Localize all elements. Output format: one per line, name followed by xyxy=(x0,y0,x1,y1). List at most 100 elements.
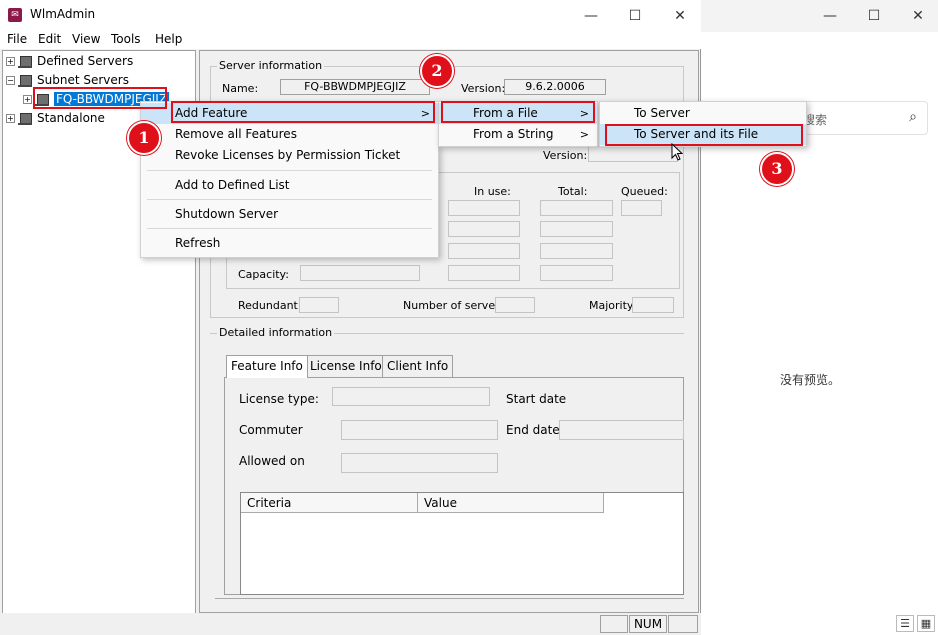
status-panel-empty-2 xyxy=(668,615,698,633)
tree-node-label: Standalone xyxy=(37,111,105,125)
total-field-3 xyxy=(540,243,613,259)
step-1-badge: 1 xyxy=(127,121,161,155)
license-type-field xyxy=(332,387,490,406)
tab-license-info[interactable]: License Info xyxy=(305,355,387,377)
menu-separator xyxy=(147,170,432,171)
highlight-box-from-a-file xyxy=(441,101,595,123)
name-field: FQ-BBWDMPJEGJIZ xyxy=(280,79,430,95)
menu-item-from-a-string[interactable]: From a String > xyxy=(439,124,597,145)
capacity-field xyxy=(300,265,420,281)
tree-node-standalone[interactable]: + Standalone xyxy=(6,109,105,127)
highlight-box-add-feature xyxy=(171,101,435,123)
total-field-4 xyxy=(540,265,613,281)
server-group-icon xyxy=(18,74,34,88)
minimize-button[interactable]: — xyxy=(571,4,611,28)
step-2-badge: 2 xyxy=(420,54,454,88)
majority-field xyxy=(632,297,674,313)
server-group-icon xyxy=(18,55,34,69)
bg-status-bar: ☰ ▦ xyxy=(700,613,938,635)
tab-feature-info[interactable]: Feature Info xyxy=(226,355,308,378)
mouse-cursor-icon xyxy=(671,143,683,161)
num-lock-indicator: NUM xyxy=(629,615,667,633)
capacity-label: Capacity: xyxy=(238,268,289,281)
menu-item-refresh[interactable]: Refresh xyxy=(141,233,438,254)
num-servers-field xyxy=(495,297,535,313)
server-group-icon xyxy=(18,112,34,126)
menu-item-to-server[interactable]: To Server xyxy=(600,103,806,124)
detailed-info-label: Detailed information xyxy=(217,326,335,339)
total-label: Total: xyxy=(558,185,588,198)
status-bar: NUM xyxy=(0,613,701,635)
start-date-label: Start date xyxy=(506,392,567,406)
expand-icon[interactable]: + xyxy=(23,95,32,104)
in-use-label: In use: xyxy=(474,185,511,198)
column-header-criteria[interactable]: Criteria xyxy=(241,493,418,513)
menu-separator xyxy=(147,199,432,200)
allowed-on-label: Allowed on xyxy=(239,454,305,468)
tree-node-label: Subnet Servers xyxy=(37,73,129,87)
status-panel-empty xyxy=(600,615,628,633)
maximize-button[interactable]: ☐ xyxy=(615,4,655,28)
name-label: Name: xyxy=(222,82,259,95)
menu-item-revoke-licenses[interactable]: Revoke Licenses by Permission Ticket xyxy=(141,145,438,166)
server-info-label: Server information xyxy=(217,59,325,72)
column-header-value[interactable]: Value xyxy=(418,493,604,513)
menu-help[interactable]: Help xyxy=(155,32,182,46)
expand-icon[interactable]: + xyxy=(6,57,15,66)
menu-item-shutdown-server[interactable]: Shutdown Server xyxy=(141,204,438,225)
commuter-label: Commuter xyxy=(239,423,303,437)
tree-node-defined-servers[interactable]: + Defined Servers xyxy=(6,52,133,70)
close-button[interactable]: ✕ xyxy=(660,4,700,28)
tree-node-label: Defined Servers xyxy=(37,54,134,68)
tiles-view-icon[interactable]: ▦ xyxy=(917,615,935,632)
bg-close-button[interactable]: ✕ xyxy=(910,8,926,24)
queued-label: Queued: xyxy=(621,185,668,198)
total-field-2 xyxy=(540,221,613,237)
highlight-box-server-node xyxy=(33,87,167,109)
version2-field xyxy=(588,146,678,162)
redundant-label: Redundant: xyxy=(238,299,302,312)
collapse-icon[interactable]: − xyxy=(6,76,15,85)
menu-separator xyxy=(147,228,432,229)
menu-item-label: From a String xyxy=(473,127,554,141)
menu-view[interactable]: View xyxy=(72,32,100,46)
redundant-field xyxy=(299,297,339,313)
commuter-field xyxy=(341,420,498,440)
majority-label: Majority: xyxy=(589,299,637,312)
horizontal-scrollbar[interactable] xyxy=(215,598,684,604)
version2-label: Version: xyxy=(543,149,588,162)
version-label: Version: xyxy=(461,82,506,95)
menu-edit[interactable]: Edit xyxy=(38,32,61,46)
in-use-field-1 xyxy=(448,200,520,216)
bg-minimize-button[interactable]: — xyxy=(822,8,838,24)
details-view-icon[interactable]: ☰ xyxy=(896,615,914,632)
menu-bar: File Edit View Tools Help xyxy=(0,31,701,49)
in-use-field-2 xyxy=(448,221,520,237)
step-3-badge: 3 xyxy=(760,152,794,186)
app-icon: ✉ xyxy=(8,8,22,22)
menu-tools[interactable]: Tools xyxy=(111,32,141,46)
queued-field-1 xyxy=(621,200,662,216)
search-icon[interactable]: ⌕ xyxy=(909,109,917,125)
menu-item-add-to-defined-list[interactable]: Add to Defined List xyxy=(141,175,438,196)
num-servers-label: Number of servers: xyxy=(403,299,510,312)
context-menu: Add Feature > Remove all Features Revoke … xyxy=(140,101,439,258)
bg-maximize-button[interactable]: ☐ xyxy=(866,8,882,24)
version-field: 9.6.2.0006 xyxy=(504,79,606,95)
title-bar: ✉ WlmAdmin — ☐ ✕ xyxy=(0,0,701,31)
tab-client-info[interactable]: Client Info xyxy=(382,355,454,377)
criteria-grid[interactable]: Criteria Value xyxy=(240,492,684,595)
menu-item-remove-all-features[interactable]: Remove all Features xyxy=(141,124,438,145)
allowed-on-field xyxy=(341,453,498,473)
window-title: WlmAdmin xyxy=(30,7,96,21)
in-use-field-3 xyxy=(448,243,520,259)
end-date-field xyxy=(559,420,684,440)
total-field-1 xyxy=(540,200,613,216)
in-use-field-4 xyxy=(448,265,520,281)
expand-icon[interactable]: + xyxy=(6,114,15,123)
submenu-arrow-icon: > xyxy=(579,128,589,141)
license-type-label: License type: xyxy=(239,392,319,406)
highlight-box-to-server-and-file xyxy=(605,124,803,146)
menu-file[interactable]: File xyxy=(7,32,27,46)
end-date-label: End date: xyxy=(506,423,564,437)
